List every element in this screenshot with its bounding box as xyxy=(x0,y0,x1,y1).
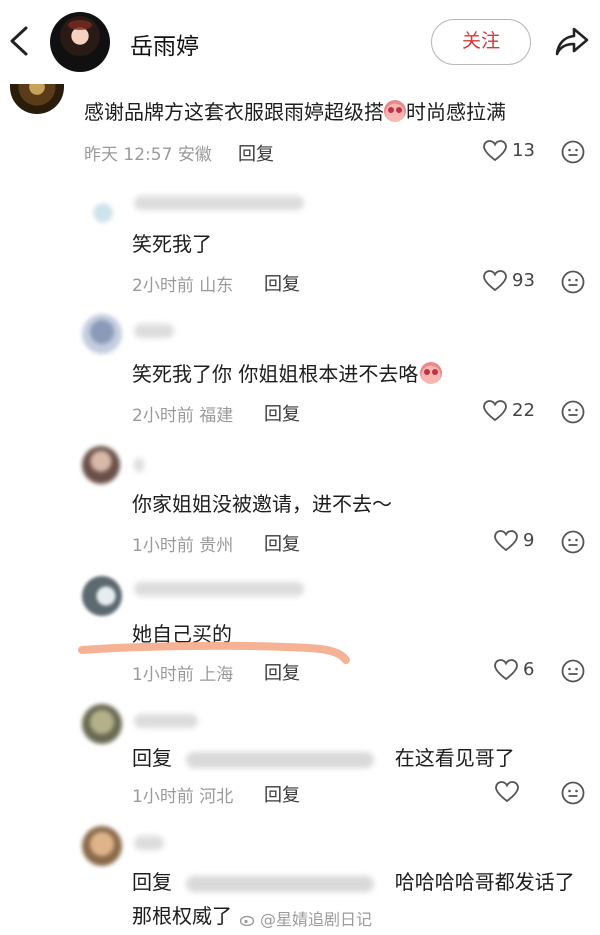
mention-blurred[interactable] xyxy=(186,751,375,768)
comment-item: 她自己买的 1小时前 上海 回复 6 xyxy=(0,564,600,694)
comment-text: 回复 在这看见哥了 xyxy=(132,746,515,770)
commenter-name-blurred[interactable] xyxy=(134,324,174,338)
commenter-avatar[interactable] xyxy=(82,446,120,484)
comment-meta: 1小时前 贵州 xyxy=(132,536,234,556)
reply-button[interactable]: 回复 xyxy=(264,530,300,556)
mention-blurred[interactable] xyxy=(186,875,375,892)
comment-item: 感谢品牌方这套衣服跟雨婷超级搭 时尚感拉满 昨天 12:57 安徽 回复 13 xyxy=(0,80,600,180)
comment-text-line2: 那根权威了 xyxy=(132,904,232,928)
commenter-avatar[interactable] xyxy=(82,576,122,616)
top-bar: 岳雨婷 关注 xyxy=(0,0,600,80)
emoji-reaction-icon[interactable] xyxy=(561,270,585,294)
commenter-name-blurred[interactable] xyxy=(134,458,144,472)
emoji-reaction-icon[interactable] xyxy=(561,400,585,424)
share-icon[interactable] xyxy=(554,24,590,58)
emoji-reaction-icon[interactable] xyxy=(561,140,585,164)
heart-icon[interactable] xyxy=(483,270,507,292)
like-count: 13 xyxy=(512,140,535,161)
heart-icon[interactable] xyxy=(494,659,518,681)
reply-button[interactable]: 回复 xyxy=(264,400,300,426)
commenter-avatar[interactable] xyxy=(82,314,122,354)
heart-icon[interactable] xyxy=(494,530,518,552)
comment-text: 感谢品牌方这套衣服跟雨婷超级搭 时尚感拉满 xyxy=(84,100,506,124)
emoji-reaction-icon[interactable] xyxy=(561,530,585,554)
comment-meta: 1小时前 河北 xyxy=(132,787,234,807)
comment-item: 笑死我了 2小时前 山东 回复 93 xyxy=(0,180,600,304)
emoji-reaction-icon[interactable] xyxy=(561,659,585,683)
like-count: 93 xyxy=(512,270,535,291)
pig-emoji-icon xyxy=(420,362,443,384)
commenter-name-blurred[interactable] xyxy=(134,714,198,728)
weibo-logo-icon xyxy=(240,915,255,926)
user-avatar[interactable] xyxy=(50,12,110,72)
username-title[interactable]: 岳雨婷 xyxy=(130,27,199,61)
commenter-name-blurred[interactable] xyxy=(134,582,304,596)
like-count: 6 xyxy=(523,659,535,680)
comment-text: 笑死我了 xyxy=(132,232,212,256)
heart-icon[interactable] xyxy=(483,140,507,162)
highlighter-stroke xyxy=(78,641,350,664)
comment-text: 笑死我了你 你姐姐根本进不去咯 xyxy=(132,358,443,387)
comment-item: 你家姐姐没被邀请，进不去～ 1小时前 贵州 回复 9 xyxy=(0,434,600,564)
comment-text: 你家姐姐没被邀请，进不去～ xyxy=(132,492,392,516)
reply-button[interactable]: 回复 xyxy=(264,781,300,807)
commenter-name-blurred[interactable] xyxy=(134,196,304,210)
comment-meta: 昨天 12:57 安徽 xyxy=(84,145,212,165)
comment-meta: 2小时前 山东 xyxy=(132,276,234,296)
heart-icon[interactable] xyxy=(495,781,519,803)
commenter-avatar[interactable] xyxy=(82,826,122,866)
follow-button[interactable]: 关注 xyxy=(431,19,531,65)
emoji-reaction-icon[interactable] xyxy=(561,781,585,805)
like-count: 9 xyxy=(523,530,535,551)
love-emoji-icon xyxy=(384,100,406,122)
heart-icon[interactable] xyxy=(483,400,507,422)
reply-button[interactable]: 回复 xyxy=(264,270,300,296)
like-count: 22 xyxy=(512,400,535,421)
commenter-avatar[interactable] xyxy=(82,704,122,744)
commenter-name-blurred[interactable] xyxy=(134,836,164,850)
watermark: @星婧追剧日记 xyxy=(240,906,372,930)
back-arrow-icon[interactable] xyxy=(6,24,32,58)
reply-button[interactable]: 回复 xyxy=(238,140,274,166)
comment-item: 回复 在这看见哥了 1小时前 河北 回复 xyxy=(0,694,600,818)
commenter-avatar[interactable] xyxy=(10,84,64,114)
commenter-avatar[interactable] xyxy=(86,196,120,230)
comment-text: 回复 哈哈哈哈哥都发话了 xyxy=(132,870,575,894)
comment-item: 笑死我了你 你姐姐根本进不去咯 2小时前 福建 回复 22 xyxy=(0,304,600,434)
comment-meta: 2小时前 福建 xyxy=(132,406,234,426)
